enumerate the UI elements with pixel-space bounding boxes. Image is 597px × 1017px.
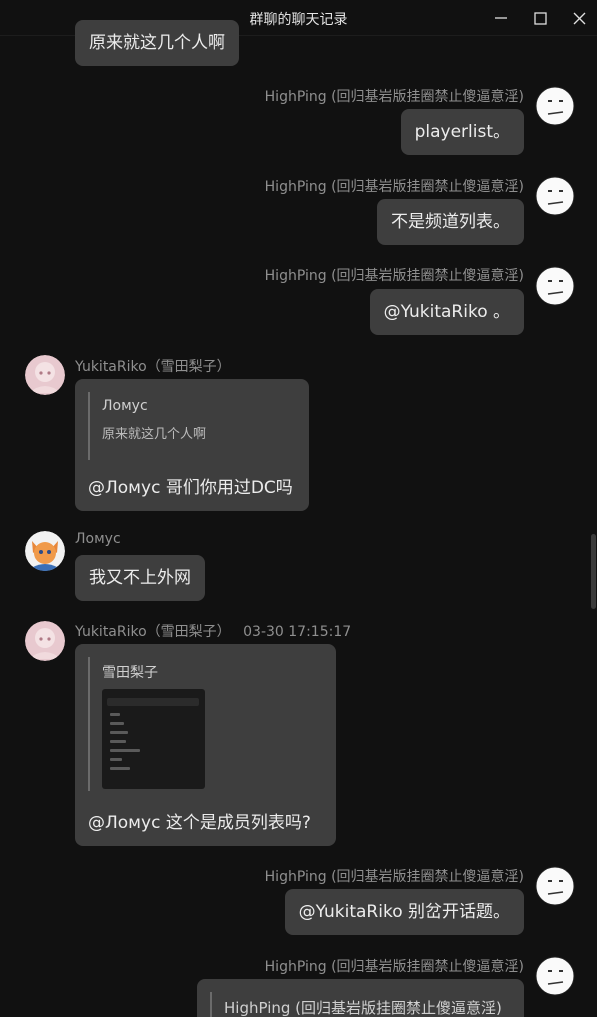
- message-text: playerlist。: [414, 122, 510, 142]
- avatar[interactable]: [25, 621, 65, 661]
- message-bubble[interactable]: @YukitaRiko 。: [369, 289, 524, 335]
- quote-text: 原来就这几个人啊: [102, 427, 207, 442]
- message-text: 原来就这几个人啊: [89, 33, 225, 53]
- message-bubble[interactable]: @YukitaRiko 别岔开话题。: [284, 889, 524, 935]
- message-text: @Ломус 这个是成员列表吗?: [88, 813, 311, 833]
- sender-name: HighPing (回归基岩版挂圈禁止傻逼意淫): [264, 869, 524, 885]
- avatar[interactable]: [535, 266, 575, 306]
- message-text: @Ломус 哥们你用过DC吗: [88, 478, 293, 498]
- sender-name: YukitaRiko（雪田梨子）: [75, 624, 231, 640]
- sender-name: HighPing (回归基岩版挂圈禁止傻逼意淫): [264, 268, 524, 284]
- quote-image[interactable]: [102, 689, 205, 789]
- quote-sender: 雪田梨子: [102, 665, 158, 681]
- avatar[interactable]: [25, 355, 65, 395]
- quote-sender: Ломус: [102, 398, 148, 414]
- avatar[interactable]: [535, 866, 575, 906]
- sender-name: HighPing (回归基岩版挂圈禁止傻逼意淫): [264, 179, 524, 195]
- avatar[interactable]: [535, 956, 575, 996]
- message-text: @YukitaRiko 。: [383, 302, 510, 322]
- reply-quote[interactable]: Ломус 原来就这几个人啊: [88, 392, 206, 460]
- message-bubble[interactable]: playerlist。: [400, 109, 524, 155]
- sender-name: YukitaRiko（雪田梨子）: [75, 359, 231, 375]
- sender-name: HighPing (回归基岩版挂圈禁止傻逼意淫): [264, 89, 524, 105]
- scrollbar-thumb[interactable]: [591, 534, 596, 609]
- message-bubble[interactable]: 雪田梨子 @Ломус 这个是成员列表吗?: [75, 644, 336, 846]
- message-text: @YukitaRiko 别岔开话题。: [298, 902, 510, 922]
- avatar[interactable]: [535, 176, 575, 216]
- sender-name: HighPing (回归基岩版挂圈禁止傻逼意淫): [264, 959, 524, 975]
- message-bubble[interactable]: 我又不上外网: [75, 555, 205, 601]
- avatar[interactable]: [25, 531, 65, 571]
- message-bubble[interactable]: 不是频道列表。: [377, 199, 524, 245]
- message-bubble[interactable]: 原来就这几个人啊: [75, 20, 239, 66]
- sender-name: Ломус: [75, 531, 121, 547]
- message-header: YukitaRiko（雪田梨子） 03-30 17:15:17: [75, 621, 351, 641]
- avatar[interactable]: [535, 86, 575, 126]
- message-text: 不是频道列表。: [391, 212, 510, 232]
- reply-quote[interactable]: HighPing (回归基岩版挂圈禁止傻逼意淫): [210, 992, 502, 1017]
- message-text: 我又不上外网: [89, 568, 191, 588]
- minimize-icon[interactable]: [489, 6, 513, 30]
- close-icon[interactable]: [567, 6, 591, 30]
- maximize-icon[interactable]: [528, 6, 552, 30]
- quote-sender: HighPing (回归基岩版挂圈禁止傻逼意淫): [224, 999, 502, 1017]
- message-timestamp: 03-30 17:15:17: [243, 624, 352, 640]
- message-bubble[interactable]: HighPing (回归基岩版挂圈禁止傻逼意淫): [197, 979, 524, 1017]
- message-bubble[interactable]: Ломус 原来就这几个人啊 @Ломус 哥们你用过DC吗: [75, 379, 309, 511]
